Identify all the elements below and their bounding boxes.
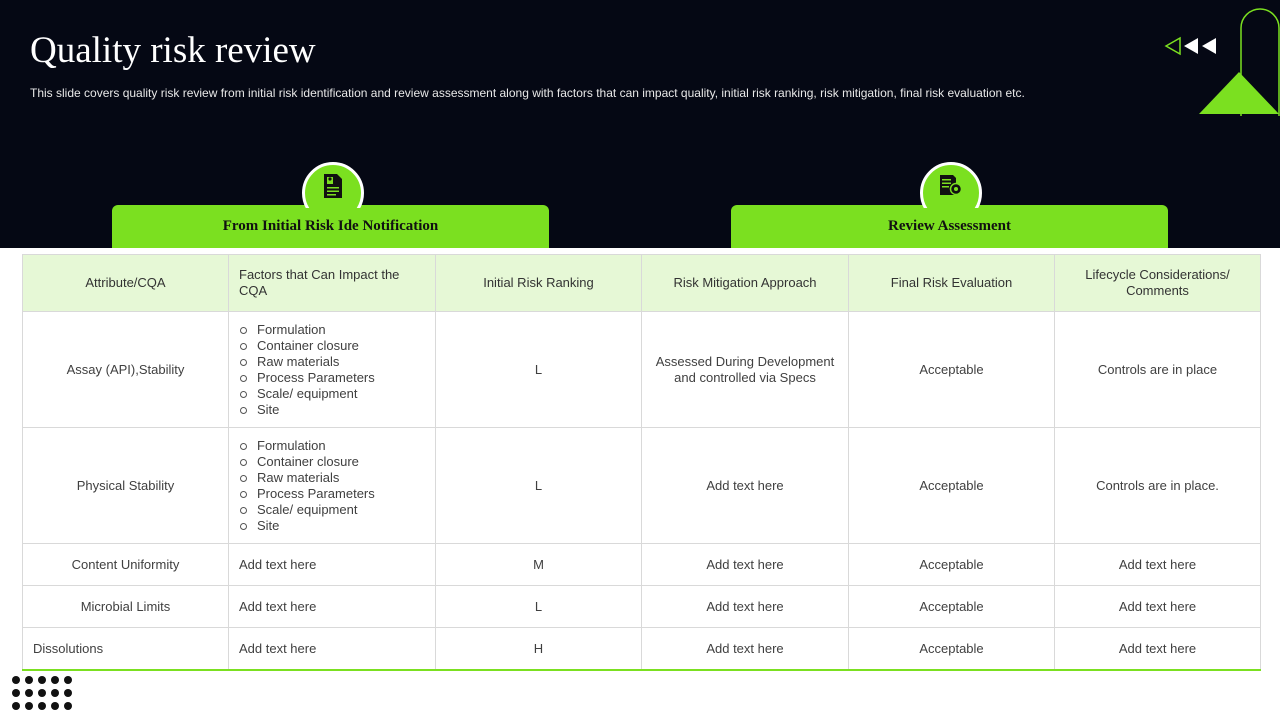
column-header: Lifecycle Considerations/ Comments	[1054, 254, 1261, 312]
table-row: Physical Stability Formulation Container…	[22, 427, 1261, 544]
comments-cell: Add text here	[1054, 543, 1261, 586]
page-title: Quality risk review	[30, 30, 316, 71]
list-item: Formulation	[239, 322, 425, 338]
column-header: Factors that Can Impact the CQA	[228, 254, 436, 312]
evaluation-cell: Acceptable	[848, 627, 1055, 671]
mitigation-cell: Add text here	[641, 427, 849, 544]
document-gear-icon	[940, 175, 963, 196]
list-item: Raw materials	[239, 354, 425, 370]
badge-initial-risk	[302, 162, 364, 208]
list-item: Scale/ equipment	[239, 502, 425, 518]
factors-cell: Add text here	[228, 627, 436, 671]
ranking-cell: M	[435, 543, 642, 586]
factors-cell: Add text here	[228, 585, 436, 628]
list-item: Scale/ equipment	[239, 386, 425, 402]
list-item: Process Parameters	[239, 486, 425, 502]
attribute-cell: Microbial Limits	[22, 585, 229, 628]
page-subtitle: This slide covers quality risk review fr…	[30, 86, 1025, 100]
mitigation-cell: Add text here	[641, 585, 849, 628]
table-row: Microbial Limits Add text here L Add tex…	[22, 585, 1261, 628]
badge-review-assessment	[920, 162, 982, 208]
tab-initial-risk-identification: From Initial Risk Ide Notification	[112, 205, 549, 248]
factors-cell: Formulation Container closure Raw materi…	[228, 427, 436, 544]
factors-cell: Add text here	[228, 543, 436, 586]
attribute-cell: Dissolutions	[22, 627, 229, 671]
attribute-cell: Assay (API),Stability	[22, 311, 229, 428]
list-item: Site	[239, 402, 425, 418]
list-item: Container closure	[239, 454, 425, 470]
list-item: Site	[239, 518, 425, 534]
list-item: Process Parameters	[239, 370, 425, 386]
table-row: Dissolutions Add text here H Add text he…	[22, 627, 1261, 671]
column-header: Risk Mitigation Approach	[641, 254, 849, 312]
list-item: Raw materials	[239, 470, 425, 486]
evaluation-cell: Acceptable	[848, 585, 1055, 628]
table-header-row: Attribute/CQA Factors that Can Impact th…	[22, 254, 1261, 312]
mitigation-cell: Add text here	[641, 543, 849, 586]
ranking-cell: L	[435, 427, 642, 544]
column-header: Final Risk Evaluation	[848, 254, 1055, 312]
decorative-dot-grid	[12, 676, 72, 710]
tab-review-assessment: Review Assessment	[731, 205, 1168, 248]
factors-cell: Formulation Container closure Raw materi…	[228, 311, 436, 428]
tab-label: From Initial Risk Ide Notification	[222, 218, 439, 234]
list-item: Container closure	[239, 338, 425, 354]
list-item: Formulation	[239, 438, 425, 454]
column-header: Attribute/CQA	[22, 254, 229, 312]
decorative-corner-shape	[1199, 8, 1280, 116]
attribute-cell: Content Uniformity	[22, 543, 229, 586]
quality-risk-table: Attribute/CQA Factors that Can Impact th…	[22, 254, 1261, 671]
evaluation-cell: Acceptable	[848, 427, 1055, 544]
table-row: Content Uniformity Add text here M Add t…	[22, 543, 1261, 586]
mitigation-cell: Add text here	[641, 627, 849, 671]
comments-cell: Controls are in place.	[1054, 427, 1261, 544]
document-user-icon	[324, 174, 342, 198]
comments-cell: Add text here	[1054, 585, 1261, 628]
ranking-cell: L	[435, 585, 642, 628]
ranking-cell: L	[435, 311, 642, 428]
column-header: Initial Risk Ranking	[435, 254, 642, 312]
comments-cell: Add text here	[1054, 627, 1261, 671]
mitigation-cell: Assessed During Development and controll…	[641, 311, 849, 428]
comments-cell: Controls are in place	[1054, 311, 1261, 428]
factors-list: Formulation Container closure Raw materi…	[239, 322, 425, 418]
evaluation-cell: Acceptable	[848, 311, 1055, 428]
ranking-cell: H	[435, 627, 642, 671]
table-row: Assay (API),Stability Formulation Contai…	[22, 311, 1261, 428]
tab-label: Review Assessment	[888, 218, 1011, 234]
evaluation-cell: Acceptable	[848, 543, 1055, 586]
factors-list: Formulation Container closure Raw materi…	[239, 438, 425, 534]
attribute-cell: Physical Stability	[22, 427, 229, 544]
